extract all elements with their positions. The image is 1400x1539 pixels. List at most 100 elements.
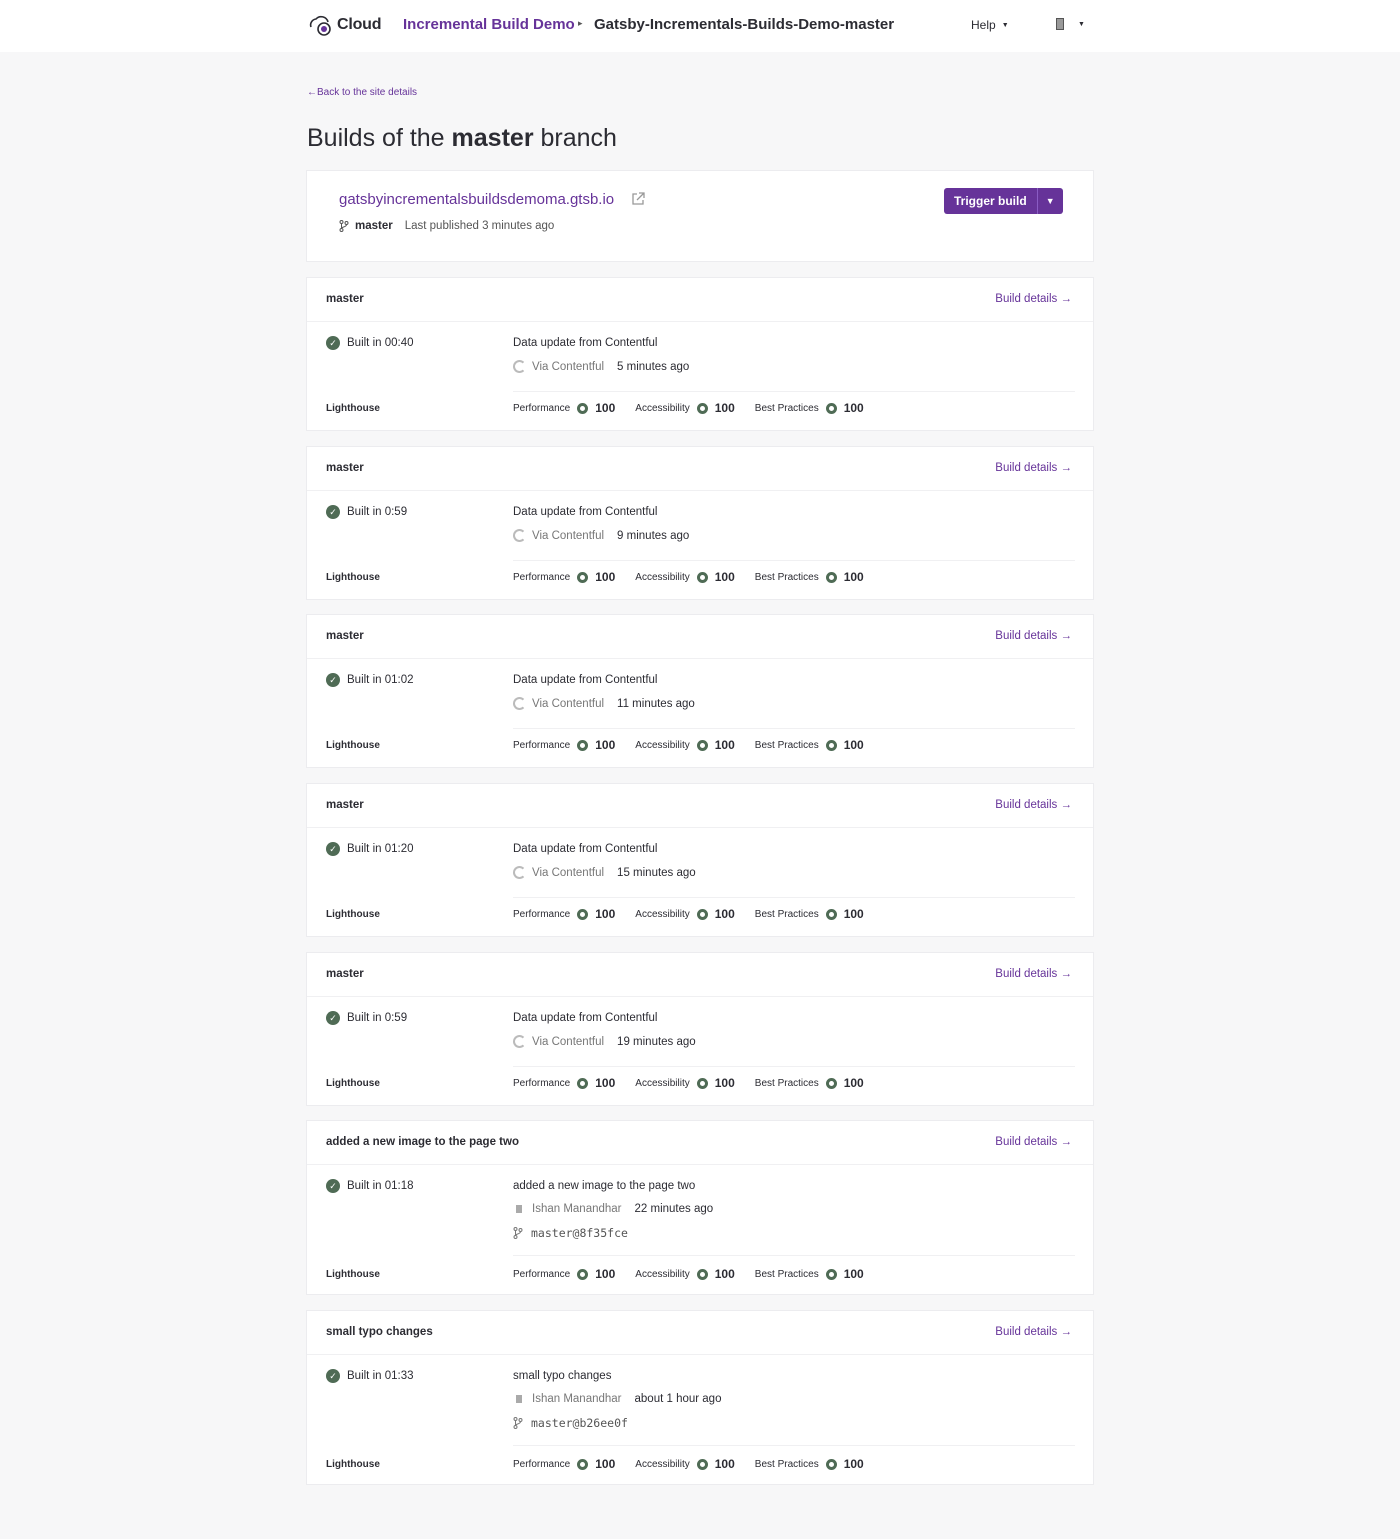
lighthouse-label: Lighthouse xyxy=(326,572,380,583)
score-ring-icon xyxy=(577,1077,589,1089)
score-value: 100 xyxy=(714,570,735,584)
contentful-icon xyxy=(513,697,526,710)
lighthouse-scores: Performance 100 Accessibility 100 Best Pract… xyxy=(513,738,884,752)
accessibility-score: Accessibility 100 xyxy=(635,907,735,921)
score-value: 100 xyxy=(595,738,616,752)
build-details-link[interactable]: Build details → xyxy=(995,462,1072,474)
check-circle-icon: ✓ xyxy=(326,336,340,350)
build-status: ✓ Built in 01:02 xyxy=(326,673,414,687)
build-status: ✓ Built in 00:40 xyxy=(326,336,414,350)
check-circle-icon: ✓ xyxy=(326,1369,340,1383)
chevron-down-icon[interactable]: ▼ xyxy=(1036,188,1063,214)
build-details-link[interactable]: Build details → xyxy=(995,1136,1072,1148)
chevron-down-icon: ▼ xyxy=(1001,21,1009,29)
score-label: Accessibility xyxy=(635,402,690,414)
score-value: 100 xyxy=(714,1457,735,1471)
score-ring-icon xyxy=(577,571,589,583)
build-status: ✓ Built in 0:59 xyxy=(326,505,407,519)
build-time: 19 minutes ago xyxy=(617,1035,696,1048)
build-card: master Build details → ✓ Built in 0:59 Data … xyxy=(306,446,1094,600)
score-label: Best Practices xyxy=(754,739,819,751)
score-ring-icon xyxy=(696,571,708,583)
performance-score: Performance 100 xyxy=(513,570,615,584)
site-summary-card: gatsbyincrementalsbuildsdemoma.gtsb.io m… xyxy=(306,170,1094,262)
score-label: Performance xyxy=(513,571,571,583)
build-source: Via Contentful 15 minutes ago xyxy=(513,866,696,879)
title-suffix: branch xyxy=(540,124,617,152)
build-details-link[interactable]: Build details → xyxy=(995,799,1072,811)
score-value: 100 xyxy=(595,401,616,415)
build-card-header: master Build details → xyxy=(307,784,1093,828)
accessibility-score: Accessibility 100 xyxy=(635,1076,735,1090)
build-card: master Build details → ✓ Built in 01:02 Data… xyxy=(306,614,1094,768)
performance-score: Performance 100 xyxy=(513,401,615,415)
site-url-link[interactable]: gatsbyincrementalsbuildsdemoma.gtsb.io xyxy=(339,191,614,208)
lighthouse-scores: Performance 100 Accessibility 100 Best Pract… xyxy=(513,907,884,921)
lighthouse-label: Lighthouse xyxy=(326,403,380,414)
build-message: Data update from Contentful xyxy=(513,506,658,518)
build-details-link[interactable]: Build details → xyxy=(995,630,1072,642)
build-title: master xyxy=(326,968,364,980)
build-source: Via Contentful 5 minutes ago xyxy=(513,360,689,373)
build-details-link[interactable]: Build details → xyxy=(995,1326,1072,1338)
score-ring-icon xyxy=(825,1268,837,1280)
performance-score: Performance 100 xyxy=(513,1076,615,1090)
score-label: Best Practices xyxy=(754,1458,819,1470)
build-details-link[interactable]: Build details → xyxy=(995,293,1072,305)
help-label: Help xyxy=(971,18,996,32)
build-card-header: master Build details → xyxy=(307,615,1093,659)
logo[interactable]: Cloud xyxy=(307,13,382,37)
score-value: 100 xyxy=(843,1076,864,1090)
best-practices-score: Best Practices 100 xyxy=(755,1267,864,1281)
page-title: Builds of the master branch xyxy=(307,124,617,153)
score-value: 100 xyxy=(595,1457,616,1471)
build-message: Data update from Contentful xyxy=(513,674,658,686)
build-card-header: master Build details → xyxy=(307,953,1093,997)
build-details-link[interactable]: Build details → xyxy=(995,968,1072,980)
score-ring-icon xyxy=(577,908,589,920)
check-circle-icon: ✓ xyxy=(326,505,340,519)
trigger-build-button[interactable]: Trigger build xyxy=(944,188,1037,214)
commit-hash[interactable]: master@8f35fce xyxy=(531,1226,628,1240)
build-duration: Built in 01:33 xyxy=(347,1370,414,1382)
score-ring-icon xyxy=(696,739,708,751)
score-value: 100 xyxy=(714,907,735,921)
git-branch-icon xyxy=(339,220,349,232)
score-ring-icon xyxy=(577,1268,589,1280)
user-menu[interactable]: ▼ xyxy=(1056,18,1085,30)
build-title: master xyxy=(326,799,364,811)
commit-ref: master@8f35fce xyxy=(513,1226,628,1240)
score-ring-icon xyxy=(696,402,708,414)
build-card: small typo changes Build details → ✓ Built … xyxy=(306,1310,1094,1485)
performance-score: Performance 100 xyxy=(513,738,615,752)
score-value: 100 xyxy=(843,401,864,415)
score-label: Accessibility xyxy=(635,908,690,920)
score-value: 100 xyxy=(843,570,864,584)
breadcrumb-site: Gatsby-Incrementals-Builds-Demo-master xyxy=(594,16,895,33)
commit-hash[interactable]: master@b26ee0f xyxy=(531,1416,628,1430)
build-status: ✓ Built in 01:20 xyxy=(326,842,414,856)
help-menu[interactable]: Help ▼ xyxy=(971,18,1009,32)
score-ring-icon xyxy=(577,402,589,414)
back-to-site-details-link[interactable]: ←Back to the site details xyxy=(307,87,417,98)
user-icon xyxy=(516,1395,522,1403)
build-time: about 1 hour ago xyxy=(634,1393,722,1405)
contentful-icon xyxy=(513,360,526,373)
score-value: 100 xyxy=(714,1267,735,1281)
breadcrumb-chevron-icon: ▸ xyxy=(578,18,583,28)
score-ring-icon xyxy=(825,739,837,751)
top-bar: Cloud Incremental Build Demo ▸ Gatsby-In… xyxy=(0,0,1400,52)
build-duration: Built in 00:40 xyxy=(347,337,414,349)
build-title: master xyxy=(326,293,364,305)
build-message: small typo changes xyxy=(513,1370,612,1382)
external-link-icon[interactable] xyxy=(630,191,646,207)
build-source-label: Via Contentful xyxy=(532,697,605,710)
build-card-header: master Build details → xyxy=(307,447,1093,491)
build-duration: Built in 0:59 xyxy=(347,1012,408,1024)
build-duration: Built in 01:02 xyxy=(347,674,414,686)
lighthouse-scores: Performance 100 Accessibility 100 Best Pract… xyxy=(513,570,884,584)
score-ring-icon xyxy=(696,1077,708,1089)
divider xyxy=(513,1255,1075,1256)
lighthouse-scores: Performance 100 Accessibility 100 Best Pract… xyxy=(513,401,884,415)
breadcrumb-org[interactable]: Incremental Build Demo xyxy=(403,16,575,33)
